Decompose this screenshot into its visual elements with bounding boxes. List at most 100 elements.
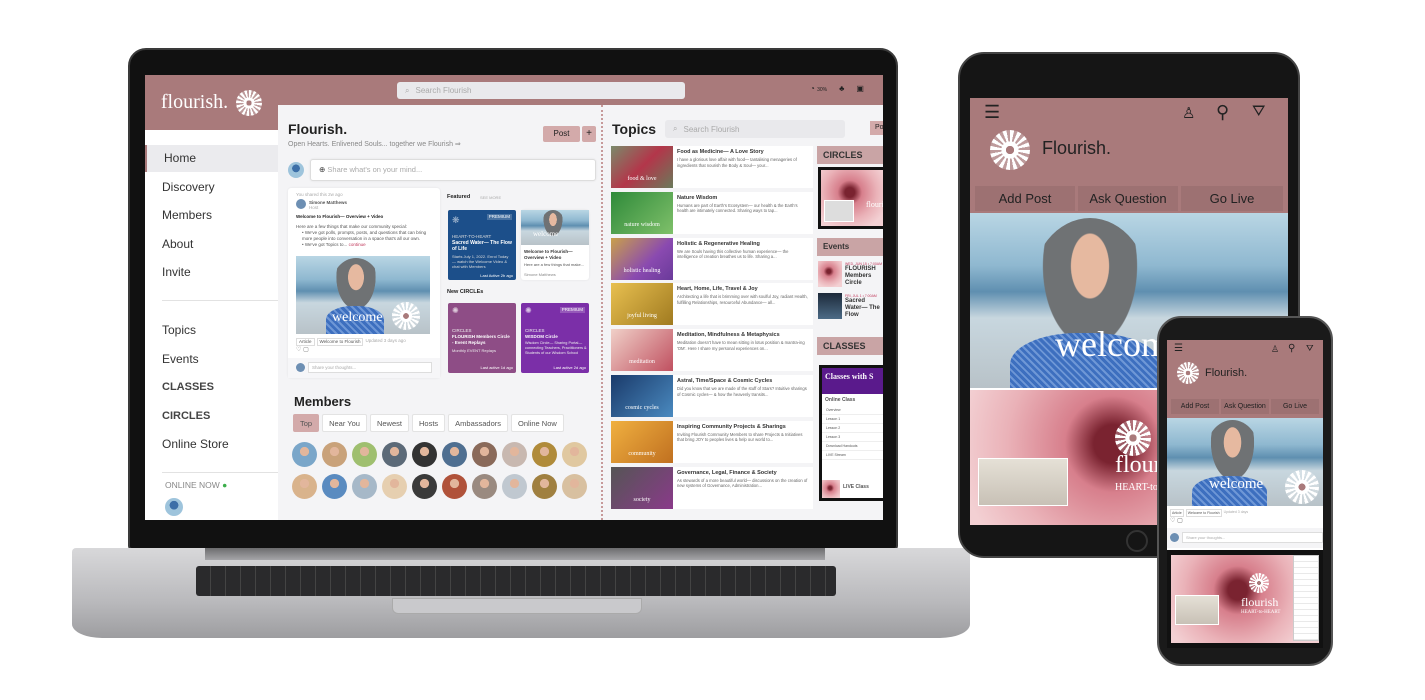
member-avatar[interactable] (292, 442, 317, 467)
sidebar-item-classes[interactable]: CLASSES (145, 374, 278, 401)
sidebar-item-members[interactable]: Members (145, 202, 278, 229)
phone-hero-image[interactable]: welcome (1167, 418, 1323, 506)
event-thumbnail[interactable] (818, 293, 842, 319)
member-tab-online-now[interactable]: Online Now (511, 414, 564, 432)
add-button[interactable]: + (582, 126, 596, 142)
topic-row[interactable]: community Inspiring Community Projects & … (611, 420, 813, 463)
add-post-button[interactable]: Add Post (1171, 399, 1219, 414)
member-avatar[interactable] (322, 474, 347, 499)
tag[interactable]: Article (1170, 509, 1184, 517)
topic-row[interactable]: food & love Food as Medicine— A Love Stor… (611, 146, 813, 188)
member-avatar[interactable] (502, 474, 527, 499)
member-avatar[interactable] (532, 442, 557, 467)
topic-row[interactable]: nature wisdom Nature Wisdom Humans are par… (611, 191, 813, 234)
member-tab-ambassadors[interactable]: Ambassadors (448, 414, 509, 432)
live-chat-panel[interactable] (1293, 555, 1319, 641)
sidebar-item-discovery[interactable]: Discovery (145, 174, 278, 201)
continue-link[interactable]: continue (349, 242, 366, 247)
chat-icon[interactable]: ▣ (856, 84, 864, 93)
add-post-button[interactable]: Add Post (975, 186, 1075, 211)
member-avatar[interactable] (352, 442, 377, 467)
lesson-item[interactable]: Lesson 2 (822, 424, 883, 433)
member-avatar[interactable] (532, 474, 557, 499)
filter-icon[interactable]: ⛛ (1306, 343, 1314, 354)
circle-card-members[interactable]: ✺ CIRCLES FLOURISH Members Circle - Even… (448, 303, 516, 373)
post-button[interactable]: Post (543, 126, 580, 142)
member-tab-near-you[interactable]: Near You (322, 414, 367, 432)
pie-chart-icon[interactable]: ◔ 30% (810, 84, 827, 93)
featured-card-sacred-water[interactable]: ❋ PREMIUM HEART-TO-HEART Sacred Water— T… (448, 210, 516, 280)
member-avatar[interactable] (472, 474, 497, 499)
classes-heading[interactable]: CLASSES (817, 337, 883, 355)
circles-heading[interactable]: CIRCLES (817, 146, 883, 164)
menu-icon[interactable]: ☰ (984, 102, 1000, 123)
search-icon[interactable]: ⚲ (1288, 343, 1295, 354)
tag[interactable]: Welcome to Flourish (316, 338, 364, 346)
ask-question-button[interactable]: Ask Question (1221, 399, 1269, 414)
member-avatar[interactable] (382, 442, 407, 467)
filter-icon[interactable]: ⛛ (1252, 103, 1265, 121)
post-card[interactable]: You shared this 2w ago Simone Matthews H… (288, 188, 440, 378)
online-member-avatar[interactable] (165, 498, 183, 516)
member-avatar[interactable] (412, 442, 437, 467)
lesson-item[interactable]: Overview (822, 406, 883, 415)
share-input[interactable]: ⊕ Share what's on your mind... (310, 159, 596, 181)
member-avatar[interactable] (352, 474, 377, 499)
topic-row[interactable]: holistic healing Holistic & Regenerative … (611, 237, 813, 280)
people-icon[interactable]: ♣ (839, 84, 844, 93)
heart-icon[interactable]: ♡ (296, 347, 301, 353)
sidebar-item-topics[interactable]: Topics (145, 317, 278, 344)
lesson-item[interactable]: Lesson 3 (822, 433, 883, 442)
circle-card-wisdom[interactable]: ✺ PREMIUM CIRCLES WISDOM Circle Wisdom C… (521, 303, 589, 373)
phone-promo-image[interactable]: flourish HEART-to-HEART (1171, 555, 1319, 643)
member-avatar[interactable] (442, 442, 467, 467)
member-avatar[interactable] (322, 442, 347, 467)
tag[interactable]: Article (296, 338, 315, 346)
member-tab-hosts[interactable]: Hosts (411, 414, 446, 432)
featured-card-welcome[interactable]: welcome Welcome to Flourish— Overview + … (521, 210, 589, 280)
member-avatar[interactable] (502, 442, 527, 467)
member-avatar[interactable] (442, 474, 467, 499)
member-tab-newest[interactable]: Newest (369, 414, 409, 432)
member-avatar[interactable] (472, 442, 497, 467)
member-avatar[interactable] (562, 474, 587, 499)
sidebar-item-events[interactable]: Events (145, 346, 278, 373)
sidebar-item-about[interactable]: About (145, 231, 278, 258)
add-user-icon[interactable]: ♙ (1182, 104, 1195, 122)
comment-icon[interactable]: ▢ (1177, 518, 1183, 524)
topic-row[interactable]: meditation Meditation, Mindfulness & Meta… (611, 329, 813, 372)
welcome-image[interactable]: welcome (296, 256, 430, 334)
topics-search-input[interactable]: ⌕ Search Flourish (665, 120, 845, 138)
topic-row[interactable]: joyful living Heart, Home, Life, Travel &… (611, 283, 813, 326)
go-live-button[interactable]: Go Live (1271, 399, 1319, 414)
lesson-item[interactable]: LIVE Stream (822, 451, 883, 460)
topic-row[interactable]: society Governance, Legal, Finance & Soci… (611, 466, 813, 509)
member-tab-top[interactable]: Top (293, 414, 320, 432)
sidebar-item-circles[interactable]: CIRCLES (145, 403, 278, 430)
logo-panel[interactable]: flourish. (145, 75, 278, 130)
member-avatar[interactable] (412, 474, 437, 499)
go-live-button[interactable]: Go Live (1181, 186, 1283, 211)
add-user-icon[interactable]: ♙ (1271, 344, 1279, 355)
member-avatar[interactable] (292, 474, 317, 499)
comment-input[interactable]: Share your thoughts... (1182, 532, 1323, 543)
event-title[interactable]: FLOURISH Members Circle (845, 266, 883, 287)
comment-icon[interactable]: ▢ (303, 347, 309, 353)
sidebar-item-home[interactable]: Home (145, 145, 278, 172)
circles-preview-image[interactable]: flourish (818, 167, 883, 229)
search-icon[interactable]: ⚲ (1216, 102, 1229, 123)
sidebar-item-online-store[interactable]: Online Store (145, 431, 278, 458)
events-heading[interactable]: Events (817, 238, 883, 256)
home-button[interactable] (1126, 530, 1148, 552)
lesson-item[interactable]: Download Handouts (822, 442, 883, 451)
lesson-item[interactable]: Lesson 1 (822, 415, 883, 424)
event-thumbnail[interactable] (818, 261, 842, 287)
member-avatar[interactable] (562, 442, 587, 467)
live-class-title[interactable]: LIVE Class (843, 484, 869, 490)
topic-row[interactable]: cosmic cycles Astral, Time/Space & Cosmic… (611, 375, 813, 417)
ask-question-button[interactable]: Ask Question (1078, 186, 1178, 211)
classes-preview[interactable]: Classes with S Online Class Overview Less… (819, 365, 883, 501)
heart-icon[interactable]: ♡ (1170, 518, 1175, 524)
event-title[interactable]: Sacred Water— The Flow (845, 298, 883, 319)
member-avatar[interactable] (382, 474, 407, 499)
